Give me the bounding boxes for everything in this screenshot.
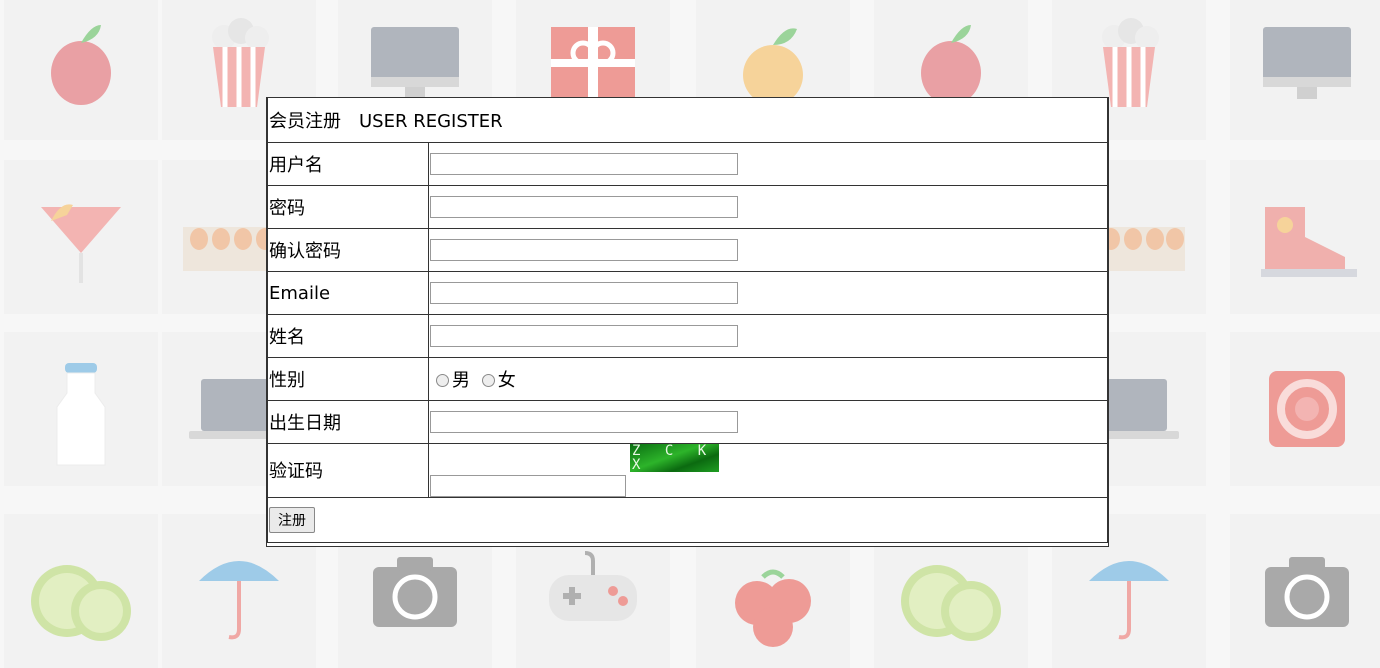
apple-icon <box>21 3 141 123</box>
kiwi-icon <box>891 531 1011 651</box>
password-input[interactable] <box>430 196 738 219</box>
form-title: 会员注册 USER REGISTER <box>267 98 1108 143</box>
ipod-icon <box>1247 349 1367 469</box>
cocktail-icon <box>21 177 141 297</box>
background-tile <box>4 160 158 314</box>
gender-label: 性别 <box>267 357 429 401</box>
username-label: 用户名 <box>267 142 429 186</box>
password-label: 密码 <box>267 185 429 229</box>
tomato-icon <box>713 531 833 651</box>
captcha-input[interactable] <box>430 474 626 497</box>
confirm-password-input[interactable] <box>430 239 738 262</box>
captcha-image[interactable]: Z C K X <box>630 444 719 472</box>
gender-options: 男 女 <box>428 357 1108 401</box>
background-tile <box>4 514 158 668</box>
umbrella-icon <box>179 531 299 651</box>
captcha-label: 验证码 <box>267 443 429 498</box>
background-tile <box>1230 332 1380 486</box>
birthdate-input[interactable] <box>430 411 738 434</box>
milk-bottle-icon <box>21 349 141 469</box>
gender-male-radio[interactable] <box>436 374 449 387</box>
background-tile <box>4 332 158 486</box>
email-input[interactable] <box>430 282 738 305</box>
gender-female-radio[interactable] <box>481 374 495 387</box>
camera-icon <box>355 531 475 651</box>
gender-female-label: 女 <box>497 370 516 391</box>
email-label: Emaile <box>267 271 429 315</box>
kiwi-icon <box>21 531 141 651</box>
register-table: 会员注册 USER REGISTER 用户名 密码 确认密码 Emaile 姓名 … <box>267 98 1108 543</box>
form-title-cn: 会员注册 <box>269 111 341 132</box>
background-tile <box>1230 514 1380 668</box>
gamepad-icon <box>533 531 653 651</box>
username-input[interactable] <box>430 153 738 176</box>
background-tile <box>4 0 158 140</box>
name-input[interactable] <box>430 325 738 348</box>
camera-icon <box>1247 531 1367 651</box>
register-submit-button[interactable]: 注册 <box>269 506 315 533</box>
background-tile <box>1230 160 1380 314</box>
register-form: 会员注册 USER REGISTER 用户名 密码 确认密码 Emaile 姓名 … <box>266 97 1109 547</box>
name-label: 姓名 <box>267 314 429 358</box>
gender-male-label: 男 <box>452 370 470 391</box>
background-tile <box>1230 0 1380 140</box>
confirm-password-label: 确认密码 <box>267 228 429 272</box>
sneaker-icon <box>1247 177 1367 297</box>
form-title-en: USER REGISTER <box>359 111 503 132</box>
umbrella-icon <box>1069 531 1189 651</box>
monitor-icon <box>1247 3 1367 123</box>
birthdate-label: 出生日期 <box>267 400 429 444</box>
